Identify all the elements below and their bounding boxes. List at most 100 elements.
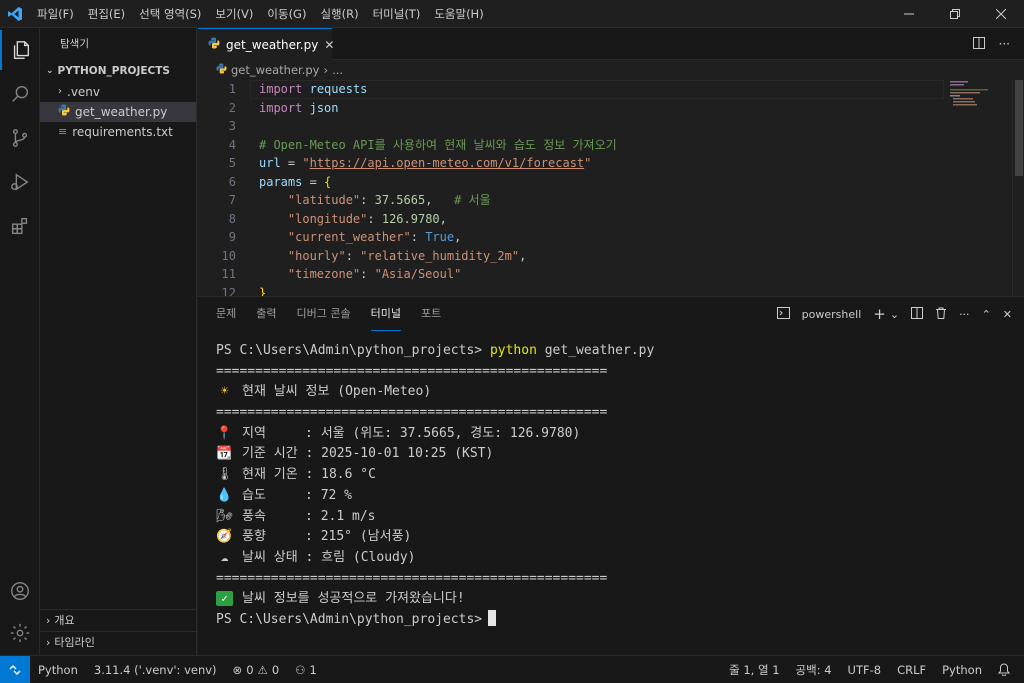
tab-get-weather[interactable]: get_weather.py ✕ — [198, 28, 334, 60]
panel-tab[interactable]: 터미널 — [370, 297, 401, 331]
project-folder[interactable]: ⌄ PYTHON_PROJECTS — [40, 60, 196, 82]
status-language[interactable]: Python — [934, 663, 990, 677]
add-terminal-icon[interactable]: + — [873, 305, 886, 323]
run-debug-icon[interactable] — [0, 162, 40, 202]
line-number: 10 — [221, 248, 236, 263]
menu-item[interactable]: 실행(R) — [313, 0, 365, 28]
code-line: 10 "hourly": "relative_humidity_2m", — [198, 247, 948, 266]
more-actions-icon[interactable]: ··· — [999, 37, 1010, 51]
menu-item[interactable]: 터미널(T) — [366, 0, 428, 28]
panel-tab[interactable]: 출력 — [256, 297, 276, 331]
close-icon[interactable] — [978, 0, 1024, 28]
breadcrumb-file[interactable]: get_weather.py — [231, 63, 319, 77]
sidebar-item-label: get_weather.py — [75, 105, 168, 119]
close-panel-icon[interactable]: ✕ — [1003, 308, 1012, 321]
account-icon[interactable] — [0, 571, 40, 611]
separator-line: ========================================… — [216, 363, 608, 379]
code-token: " — [584, 156, 592, 170]
status-position[interactable]: 줄 1, 열 1 — [721, 662, 787, 678]
extensions-icon[interactable] — [0, 206, 40, 246]
timeline-section[interactable]: › 타임라인 — [40, 631, 197, 653]
status-eol-label: CRLF — [897, 662, 927, 677]
terminal-cursor — [488, 609, 497, 626]
status-encoding[interactable]: UTF-8 — [840, 663, 890, 677]
split-editor-icon[interactable] — [972, 36, 985, 52]
menu-item[interactable]: 선택 영역(S) — [132, 0, 208, 28]
code-token: : — [360, 193, 375, 207]
line-number: 7 — [228, 193, 236, 207]
status-encoding-label: UTF-8 — [847, 662, 882, 677]
more-actions-icon[interactable]: ··· — [959, 308, 970, 321]
code-line: 4 # Open-Meteo API를 사용하여 현재 날씨와 습도 정보 가져오… — [198, 136, 948, 155]
menu-item[interactable]: 도움말(H) — [427, 0, 490, 28]
status-language-left[interactable]: Python — [30, 663, 86, 677]
breadcrumb: get_weather.py › ... — [198, 60, 1024, 80]
trash-icon[interactable] — [935, 307, 947, 322]
line-number: 4 — [228, 137, 236, 152]
status-spaces[interactable]: 공백: 4 — [788, 662, 840, 678]
restore-icon[interactable] — [932, 0, 978, 28]
weather-row: 💧 습도 : 72 % — [216, 486, 654, 507]
status-interpreter[interactable]: 3.11.4 ('.venv': venv) — [86, 663, 225, 677]
menu-item[interactable]: 편집(E) — [81, 0, 132, 28]
minimize-icon[interactable] — [886, 0, 932, 28]
status-problems[interactable]: ⊗ 0 ⚠ 0 — [225, 663, 288, 677]
search-icon[interactable] — [0, 74, 40, 114]
line-number: 6 — [228, 174, 236, 189]
menu-item[interactable]: 파일(F) — [30, 0, 81, 28]
editor-scrollbar[interactable] — [1012, 80, 1024, 296]
code-token: , — [425, 193, 455, 207]
panel-tab[interactable]: 디버그 콘솔 — [297, 297, 351, 331]
status-ports[interactable]: ⚇ 1 — [287, 663, 325, 677]
maximize-panel-icon[interactable]: ⌃ — [982, 308, 991, 321]
code-token: "latitude" — [287, 193, 361, 207]
sidebar-item-venv[interactable]: › .venv — [40, 82, 196, 102]
code-text: "latitude": 37.5665, # 서울 — [259, 191, 491, 210]
menu-item[interactable]: 이동(G) — [260, 0, 313, 28]
weather-row-icon: ☁ — [220, 549, 229, 565]
panel-tab[interactable]: 문제 — [216, 297, 236, 331]
code-token: # 서울 — [454, 193, 491, 207]
code-editor[interactable]: 1 import requests 2 import json 3 4 # Open-Met… — [198, 80, 1024, 296]
code-token: , — [519, 248, 527, 263]
code-text: } — [259, 284, 266, 297]
sidebar-item-get-weather[interactable]: get_weather.py — [40, 102, 196, 122]
status-eol[interactable]: CRLF — [889, 663, 934, 677]
code-text: "hourly": "relative_humidity_2m", — [259, 247, 526, 266]
status-language-label: Python — [942, 662, 982, 677]
warning-count: 0 — [271, 662, 280, 677]
weather-row: 🧭 풍향 : 215° (남서풍) — [216, 527, 654, 548]
source-control-icon[interactable] — [0, 118, 40, 158]
status-position-label: 줄 1, 열 1 — [729, 662, 780, 677]
shell-name[interactable]: powershell — [802, 308, 862, 321]
weather-row-text: 지역 : 서울 (위도: 37.5665, 경도: 126.9780) — [242, 425, 581, 441]
split-terminal-icon[interactable] — [911, 306, 924, 322]
panel-tab[interactable]: 포트 — [421, 297, 441, 331]
settings-gear-icon[interactable] — [0, 613, 40, 653]
code-line: 8 "longitude": 126.9780, — [198, 210, 948, 229]
weather-row-icon: 🌬 — [216, 508, 233, 524]
minimap[interactable] — [950, 80, 1010, 120]
explorer-icon[interactable] — [0, 30, 40, 70]
sun-icon: ☀ — [220, 384, 229, 400]
weather-row: 🌬 풍속 : 2.1 m/s — [216, 507, 654, 528]
terminal-icon — [776, 306, 790, 322]
outline-section[interactable]: › 개요 — [40, 609, 197, 631]
remote-icon[interactable] — [0, 655, 30, 683]
breadcrumb-more[interactable]: ... — [332, 63, 343, 77]
terminal-output[interactable]: PS C:\Users\Admin\python_projects> pytho… — [216, 341, 654, 631]
scrollbar-thumb[interactable] — [1015, 80, 1023, 176]
chevron-down-icon[interactable]: ⌄ — [890, 308, 899, 321]
code-text: import requests — [259, 80, 367, 99]
menu-item[interactable]: 보기(V) — [208, 0, 260, 28]
output-header-text: 현재 날씨 정보 (Open-Meteo) — [242, 384, 432, 400]
notifications-bell-icon[interactable] — [990, 663, 1024, 676]
sidebar-item-requirements[interactable]: ≡ requirements.txt — [40, 122, 196, 142]
code-token: # Open-Meteo API를 사용하여 현재 날씨와 습도 정보 가져오기 — [259, 137, 617, 152]
chevron-right-icon: › — [46, 635, 51, 649]
tab-label: get_weather.py — [226, 37, 319, 52]
tab-close-icon[interactable]: ✕ — [324, 38, 334, 52]
terminal-args: get_weather.py — [536, 343, 655, 358]
